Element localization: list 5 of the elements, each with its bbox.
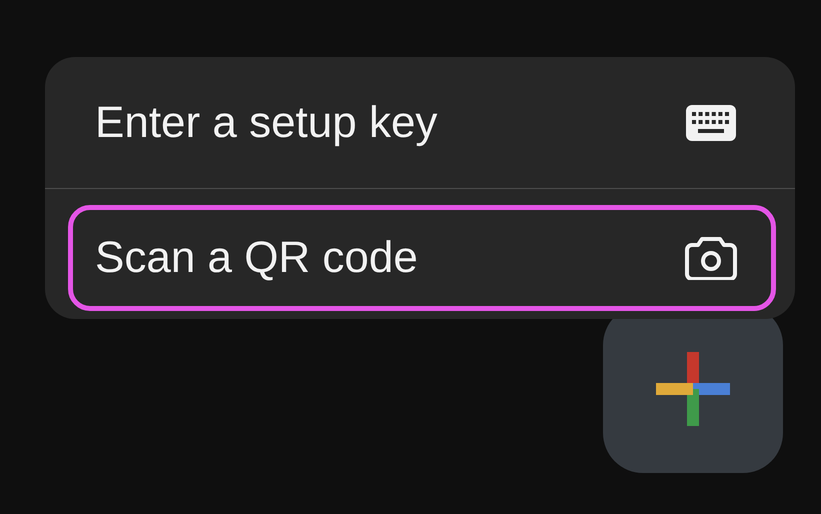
menu-item[interactable]: Scan a QR code: [68, 205, 776, 311]
camera-icon: [685, 236, 737, 280]
menu-item[interactable]: Enter a setup key: [45, 57, 795, 188]
keyboard-icon: [685, 104, 737, 142]
plus-icon: [656, 352, 730, 426]
